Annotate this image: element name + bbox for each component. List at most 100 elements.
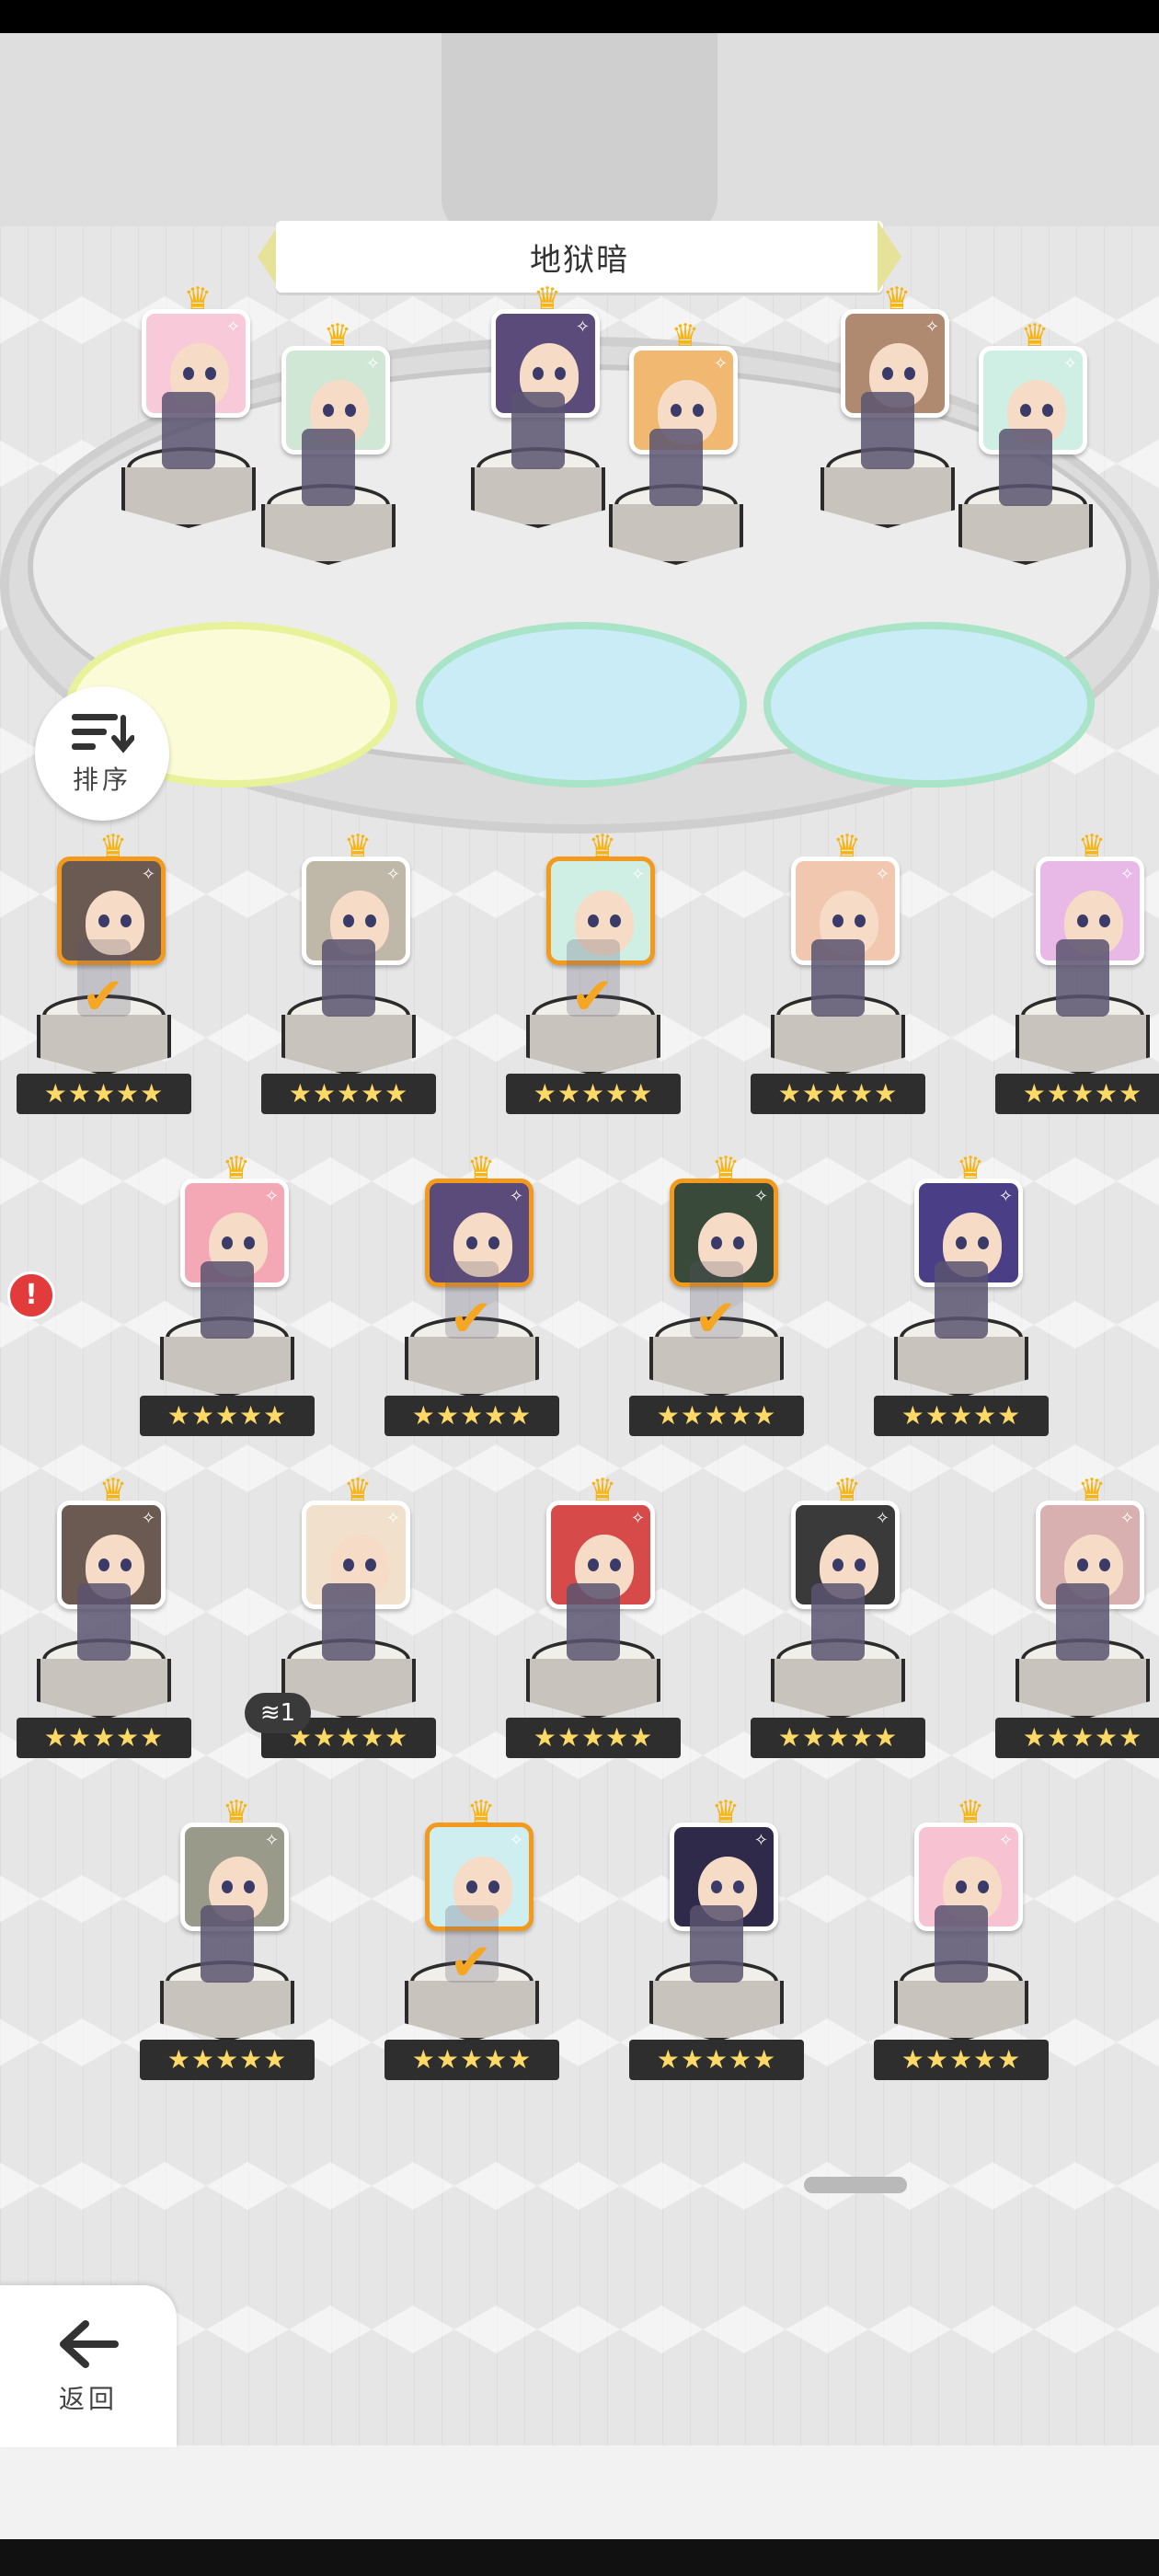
roster-character-card[interactable]: ♛ ✧ ★★★★★ [751,1475,925,1771]
star-rating: ★★★★★ [874,1396,1049,1436]
portrait-eye [365,1558,376,1571]
character-sprite [162,392,215,469]
character-sprite [1056,1583,1109,1661]
character-sprite [935,1261,988,1339]
sparkle-icon: ✧ [509,1187,523,1206]
portrait-eye [733,1880,744,1893]
sparkle-icon: ✧ [630,865,645,884]
portrait-eye [855,914,866,927]
star-rating: ★★★★★ [17,1718,191,1758]
star-rating: ★★★★★ [17,1074,191,1114]
roster-character-card[interactable]: ♛ ✧ ★★★★★ [995,831,1159,1127]
roster-character-card[interactable]: ♛ ✧ ★★★★★ [261,831,436,1127]
roster-character-card[interactable]: ♛ ✧ ★★★★★ [995,1475,1159,1771]
portrait-eye [1077,914,1088,927]
portrait-eye [832,1558,843,1571]
sparkle-icon: ✧ [1119,1509,1134,1528]
sparkle-icon: ✧ [630,1509,645,1528]
portrait-eye [610,1558,621,1571]
sparkle-icon: ✧ [753,1831,768,1850]
sparkle-icon: ✧ [875,1509,889,1528]
navigation-bar [0,2539,1159,2576]
sparkle-icon: ✧ [875,865,889,884]
portrait-eye [956,1236,967,1249]
portrait-eye [610,914,621,927]
check-icon: ✔ [449,1933,493,1993]
roster-character-card[interactable]: ♛ ✧ ★★★★★ [506,1475,681,1771]
roster-character-card[interactable]: ♛ ✧ ✔ ★★★★★ [384,1153,559,1449]
roster-character-card[interactable]: ♛ ✧ ★★★★★ [140,1153,315,1449]
sparkle-icon: ✧ [141,1509,155,1528]
sparkle-icon: ✧ [1062,354,1077,374]
portrait-eye [733,1236,744,1249]
roster-character-card[interactable]: ♛ ✧ ✔ ★★★★★ [506,831,681,1127]
sparkle-icon: ✧ [385,1509,400,1528]
sparkle-icon: ✧ [365,354,380,374]
back-label: 返回 [58,2384,118,2414]
portrait-eye [98,1558,109,1571]
team-member-2[interactable]: ♛ ✧ [241,320,416,616]
team-pad-center [416,622,747,788]
portrait-eye [244,1236,255,1249]
sparkle-icon: ✧ [509,1831,523,1850]
sort-icon [72,714,134,753]
portrait-eye [693,404,704,417]
character-sprite [322,1583,375,1661]
status-bar [0,0,1159,33]
sort-label: 排序 [72,765,132,795]
portrait-eye [343,1558,354,1571]
roster-character-card[interactable]: ♛ ✧ ★★★★★ [140,1797,315,2093]
portrait-eye [956,1880,967,1893]
portrait-eye [1077,1558,1088,1571]
team-member-6[interactable]: ♛ ✧ [938,320,1113,616]
portrait-eye [588,1558,599,1571]
team-member-4[interactable]: ♛ ✧ [589,320,763,616]
character-sprite [201,1905,254,1983]
roster-character-card[interactable]: ♛ ✧ ★★★★★ [751,831,925,1127]
team-pad-right [763,622,1095,788]
roster-character-card[interactable]: ♛ ✧ ★★★★★ [874,1153,1049,1449]
portrait-eye [882,367,893,380]
portrait-eye [345,404,356,417]
roster-character-card[interactable]: ♛ ✧ ★★★★★ [629,1797,804,2093]
portrait-eye [183,367,194,380]
character-sprite [511,392,565,469]
portrait-eye [222,1880,233,1893]
star-rating: ★★★★★ [874,2040,1049,2080]
sort-button[interactable]: 排序 [35,686,169,821]
sparkle-icon: ✧ [1119,865,1134,884]
portrait-eye [855,1558,866,1571]
character-sprite [77,1583,131,1661]
star-rating: ★★★★★ [995,1074,1159,1114]
background-gate [442,33,717,236]
portrait-eye [1099,914,1110,927]
character-sprite [935,1905,988,1983]
portrait-eye [98,914,109,927]
roster-character-card[interactable]: ♛ ✧ ★★★★★ [17,1475,191,1771]
portrait-eye [222,1236,233,1249]
character-sprite [999,429,1052,506]
roster-character-card[interactable]: ♛ ✧ ✔ ★★★★★ [629,1153,804,1449]
roster-character-card[interactable]: ♛ ✧ ★★★★★ [874,1797,1049,2093]
character-sprite [567,1583,620,1661]
portrait-eye [488,1236,499,1249]
star-rating: ★★★★★ [995,1718,1159,1758]
portrait-eye [323,404,334,417]
star-rating: ★★★★★ [629,1396,804,1436]
back-button[interactable]: 返回 [0,2285,177,2447]
sparkle-icon: ✧ [385,865,400,884]
roster-character-card[interactable]: ♛ ✧ ✔ ★★★★★ [17,831,191,1127]
character-sprite [861,392,914,469]
star-rating: ★★★★★ [751,1718,925,1758]
portrait-eye [120,1558,132,1571]
roster-character-card[interactable]: ♛ ✧ ✔ ★★★★★ [384,1797,559,2093]
sparkle-icon: ✧ [713,354,728,374]
character-sprite [201,1261,254,1339]
portrait-eye [588,914,599,927]
check-icon: ✔ [694,1289,738,1349]
alert-badge: ! [7,1271,55,1319]
star-rating: ★★★★★ [140,2040,315,2080]
check-icon: ✔ [570,967,614,1027]
character-sprite [811,939,865,1017]
scroll-handle[interactable] [804,2177,907,2193]
